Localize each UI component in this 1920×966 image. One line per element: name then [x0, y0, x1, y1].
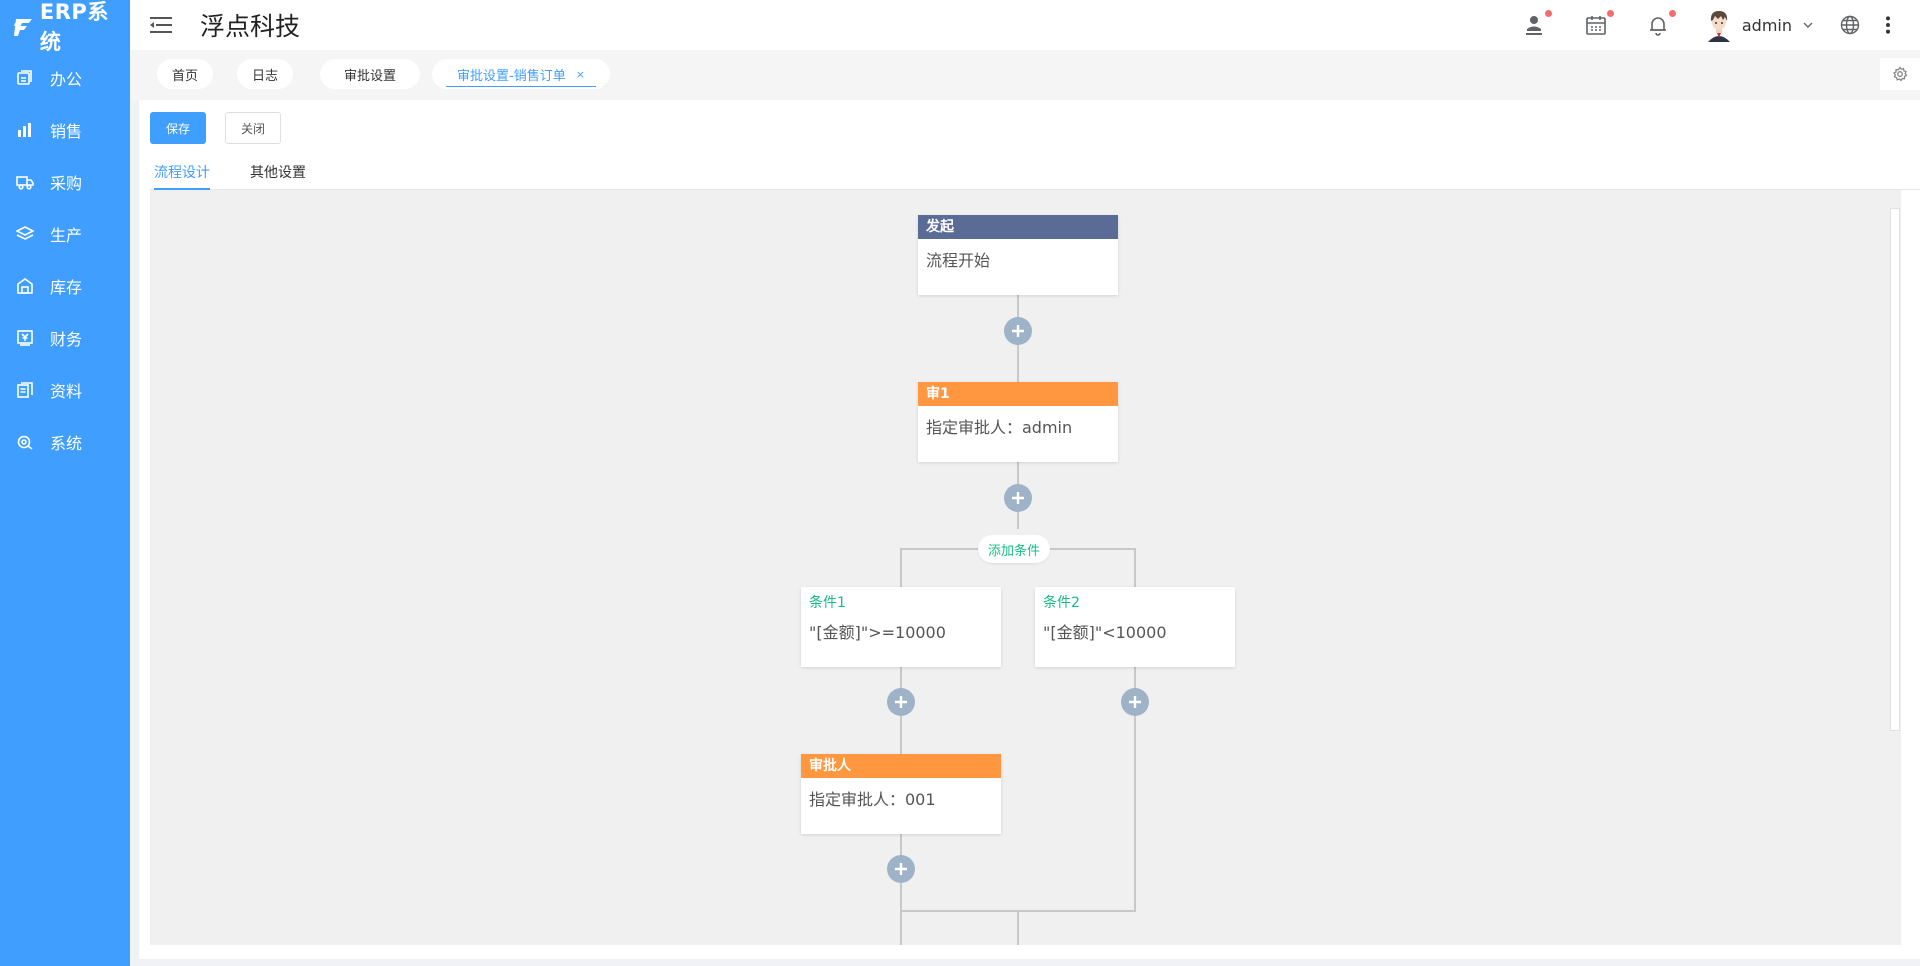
sidebar-item-data[interactable]: 资料	[0, 364, 130, 416]
tab-label: 审批设置	[343, 68, 396, 84]
tabs-settings-button[interactable]	[1880, 58, 1920, 90]
bell-icon[interactable]	[1646, 10, 1676, 37]
user-stamp-icon[interactable]	[1522, 10, 1552, 37]
sidebar-item-label: 采购	[50, 174, 83, 193]
tab-flow-design[interactable]: 流程设计	[154, 162, 210, 190]
content-panel: 保存 关闭 流程设计 其他设置 发起 流程开始 审1 指定审批人：admin 添…	[139, 100, 1920, 959]
condition-title: 条件2	[1043, 595, 1080, 611]
tab-label: 日志	[251, 68, 278, 84]
settings-gear-icon	[1893, 66, 1908, 82]
approver-node-text: 指定审批人：001	[809, 790, 936, 809]
add-node-button[interactable]	[1004, 484, 1032, 512]
username[interactable]: admin	[1742, 16, 1792, 35]
tab-home[interactable]: 首页	[157, 59, 213, 89]
finance-icon	[16, 329, 34, 347]
system-gear-icon	[16, 433, 34, 451]
approver-node-title: 审批人	[801, 754, 1001, 778]
sidebar-item-label: 生产	[50, 226, 83, 245]
tab-other-settings[interactable]: 其他设置	[250, 162, 306, 182]
logo[interactable]: ERP系统	[0, 0, 130, 54]
sidebar-item-sales[interactable]: 销售	[0, 104, 130, 156]
add-node-button[interactable]	[1121, 688, 1149, 716]
logo-mark-icon	[13, 19, 32, 36]
condition-expression: "[金额]">=10000	[809, 623, 946, 642]
menu-toggle-icon[interactable]	[150, 16, 172, 34]
connector-line	[1017, 910, 1019, 945]
layers-icon	[16, 225, 34, 243]
tabs-bar: 首页 日志 审批设置 审批设置-销售订单 ×	[130, 50, 1920, 100]
sidebar-item-inventory[interactable]: 库存	[0, 260, 130, 312]
approver-node-text: 指定审批人：admin	[926, 418, 1073, 437]
avatar[interactable]	[1704, 8, 1734, 42]
notification-dot	[1668, 10, 1676, 17]
approver-node[interactable]: 审1 指定审批人：admin	[918, 382, 1118, 462]
tab-close-icon[interactable]: ×	[576, 68, 585, 81]
notification-dot	[1544, 10, 1552, 17]
office-icon	[16, 69, 34, 87]
vertical-scrollbar[interactable]	[1890, 208, 1900, 731]
sidebar-item-office[interactable]: 办公	[0, 52, 130, 104]
close-button[interactable]: 关闭	[225, 112, 281, 144]
approver-node[interactable]: 审批人 指定审批人：001	[801, 754, 1001, 834]
add-node-button[interactable]	[887, 855, 915, 883]
condition-node[interactable]: 条件2 "[金额]"<10000	[1035, 587, 1235, 667]
plus-icon	[1012, 325, 1024, 337]
sidebar-item-label: 库存	[50, 278, 83, 297]
globe-icon[interactable]	[1838, 13, 1862, 37]
condition-title: 条件1	[809, 595, 846, 611]
sidebar-item-label: 资料	[50, 382, 83, 401]
plus-icon	[1129, 696, 1141, 708]
sidebar-item-label: 系统	[50, 434, 83, 453]
plus-icon	[1012, 492, 1024, 504]
start-node[interactable]: 发起 流程开始	[918, 215, 1118, 295]
sidebar-item-system[interactable]: 系统	[0, 416, 130, 468]
top-header: 浮点科技 admin	[130, 0, 1920, 50]
condition-expression: "[金额]"<10000	[1043, 623, 1167, 642]
add-node-button[interactable]	[1004, 317, 1032, 345]
chevron-down-icon[interactable]	[1802, 19, 1814, 31]
sidebar-item-purchase[interactable]: 采购	[0, 156, 130, 208]
company-name: 浮点科技	[200, 12, 301, 41]
flow-canvas[interactable]: 发起 流程开始 审1 指定审批人：admin 添加条件 条件1 "[金额]">=…	[150, 190, 1901, 945]
tab-label: 审批设置-销售订单	[457, 68, 566, 84]
add-condition-button[interactable]: 添加条件	[978, 535, 1051, 563]
header-actions: admin	[1522, 0, 1920, 50]
logo-text: ERP系统	[39, 0, 109, 54]
tab-underline	[446, 86, 596, 87]
sidebar-item-label: 办公	[50, 70, 83, 89]
sidebar-item-production[interactable]: 生产	[0, 208, 130, 260]
warehouse-icon	[16, 277, 34, 295]
start-node-text: 流程开始	[926, 251, 991, 270]
start-node-title: 发起	[918, 215, 1118, 239]
chart-bar-icon	[16, 121, 34, 139]
tab-approval-settings[interactable]: 审批设置	[320, 59, 420, 89]
sidebar-item-label: 财务	[50, 330, 83, 349]
more-icon[interactable]	[1884, 13, 1892, 37]
plus-icon	[895, 696, 907, 708]
plus-icon	[895, 863, 907, 875]
sidebar-item-finance[interactable]: 财务	[0, 312, 130, 364]
tab-label: 首页	[171, 68, 198, 84]
notification-dot	[1606, 10, 1614, 17]
sidebar-item-label: 销售	[50, 122, 83, 141]
sub-tabs: 流程设计 其他设置	[150, 152, 1920, 190]
calendar-icon[interactable]	[1584, 10, 1614, 37]
documents-icon	[16, 381, 34, 399]
add-node-button[interactable]	[887, 688, 915, 716]
tab-approval-sales-order[interactable]: 审批设置-销售订单 ×	[432, 59, 610, 89]
tab-log[interactable]: 日志	[237, 59, 293, 89]
sidebar: ERP系统 办公 销售 采购 生产 库存 财务 资料 系统	[0, 0, 130, 966]
truck-icon	[16, 173, 34, 191]
condition-node[interactable]: 条件1 "[金额]">=10000	[801, 587, 1001, 667]
approver-node-title: 审1	[918, 382, 1118, 406]
save-button[interactable]: 保存	[150, 112, 206, 144]
